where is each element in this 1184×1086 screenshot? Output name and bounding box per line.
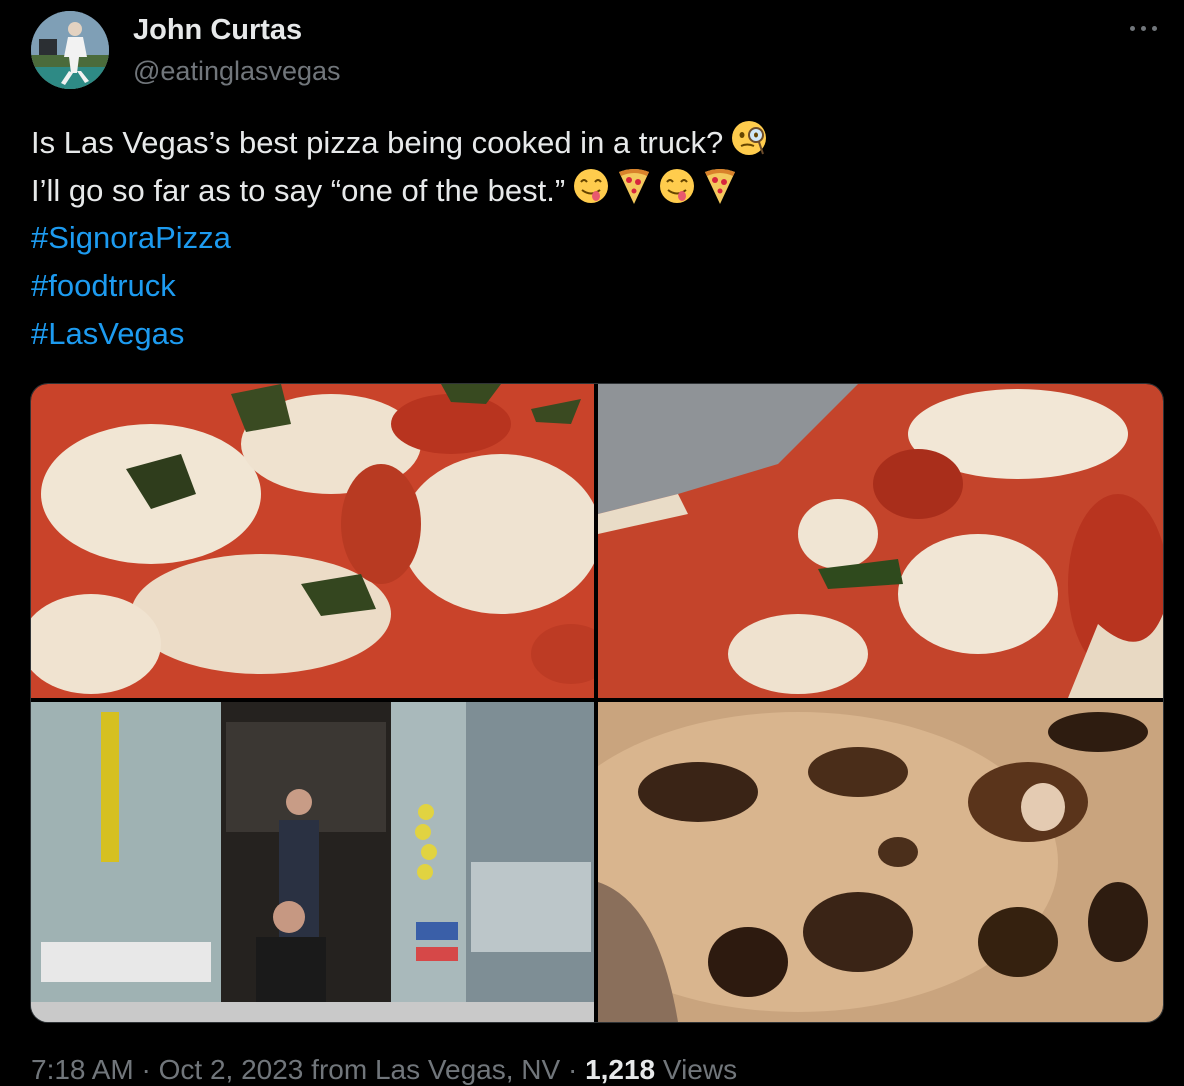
author-name[interactable]: John Curtas [133, 14, 302, 47]
avatar[interactable] [31, 11, 109, 89]
separator: · [133, 1054, 159, 1085]
avatar-photo [31, 11, 109, 89]
tweet-line-1: Is Las Vegas’s best pizza being cooked i… [31, 118, 1151, 166]
tweet-line-2-text: I’ll go so far as to say “one of the bes… [31, 173, 566, 209]
face-savoring-food-icon [657, 166, 697, 220]
hashtag-foodtruck[interactable]: #foodtruck [31, 268, 176, 303]
tweet-text: Is Las Vegas’s best pizza being cooked i… [31, 118, 1151, 358]
pizza-icon [617, 166, 651, 220]
photo-charred-crust[interactable] [598, 702, 1163, 1022]
tweet-meta: 7:18 AM · Oct 2, 2023 from Las Vegas, NV… [31, 1054, 737, 1086]
pizza-icon [703, 166, 737, 220]
hashtag-lasvegas[interactable]: #LasVegas [31, 316, 184, 351]
hashtag-signorapizza[interactable]: #SignoraPizza [31, 220, 231, 255]
separator: · [560, 1054, 586, 1085]
face-savoring-food-icon [571, 166, 611, 220]
views-label: Views [655, 1054, 738, 1085]
face-with-monocle-icon [729, 118, 769, 172]
photo-pizza-tray[interactable] [598, 384, 1163, 698]
more-options-icon[interactable] [1128, 18, 1160, 38]
views-count: 1,218 [585, 1054, 656, 1085]
tweet-line-2: I’ll go so far as to say “one of the bes… [31, 166, 1151, 214]
tweet-line-1-text: Is Las Vegas’s best pizza being cooked i… [31, 125, 724, 161]
tweet-date-location[interactable]: Oct 2, 2023 from Las Vegas, NV [159, 1054, 561, 1085]
tweet-time[interactable]: 7:18 AM [31, 1054, 134, 1085]
photo-grid [30, 383, 1164, 1023]
photo-pizza-margherita[interactable] [31, 384, 594, 698]
author-handle[interactable]: @eatinglasvegas [133, 56, 341, 87]
photo-food-truck[interactable] [31, 702, 594, 1022]
